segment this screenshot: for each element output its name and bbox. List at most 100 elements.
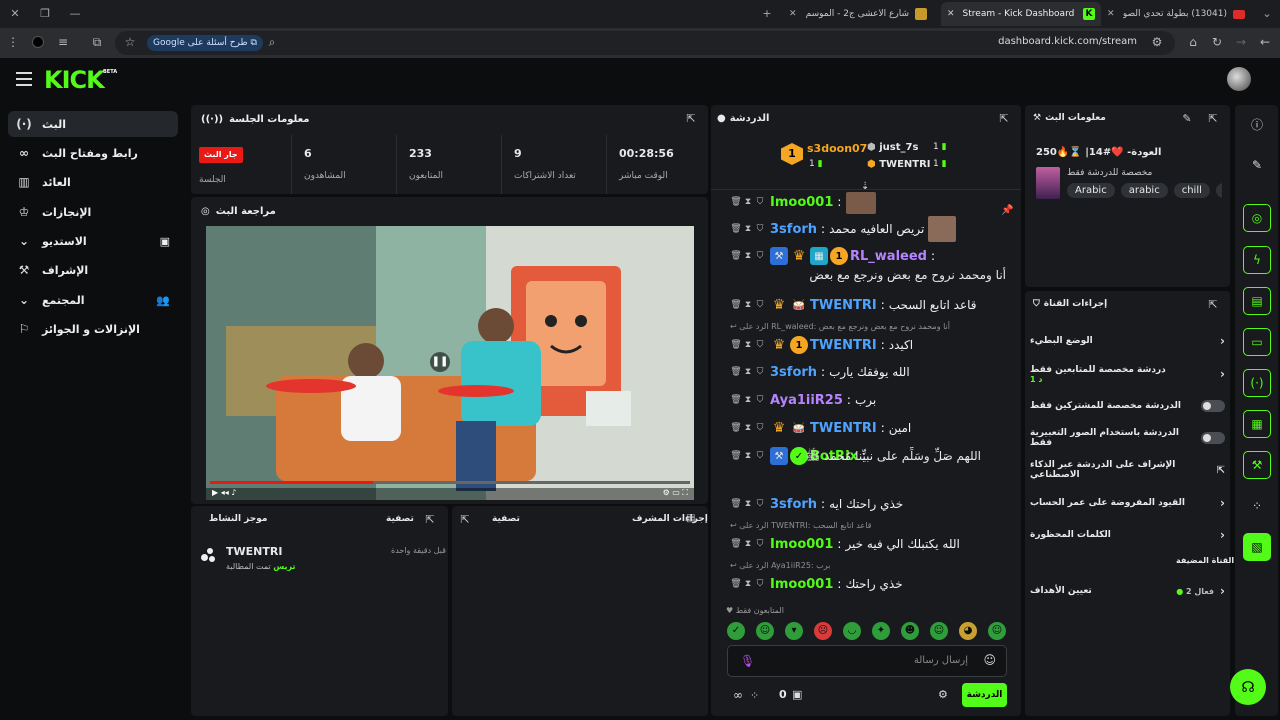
- chat-message[interactable]: 🗑 ⧗ ⛉ ♛ 1 TWENTRI: اكيدد: [730, 335, 1010, 355]
- ban-icon[interactable]: ⛉: [754, 367, 766, 377]
- emote-button[interactable]: ☺: [930, 622, 948, 640]
- popout-icon[interactable]: ⇱: [997, 112, 1011, 126]
- hamburger-menu-icon[interactable]: [16, 72, 32, 86]
- sidebar-item-achievements[interactable]: ♔ الإنجازات: [8, 199, 178, 225]
- filter-button[interactable]: تصفية: [386, 514, 414, 524]
- tag[interactable]: chill: [1173, 183, 1210, 198]
- leader-name[interactable]: ⬢ TWENTRI: [867, 159, 931, 170]
- chat-message[interactable]: 🗑 ⧗ ⛉ 3sforh: خذي راحتك ايه: [730, 494, 1010, 514]
- chat-icon[interactable]: ▭: [1243, 328, 1271, 356]
- edit-icon[interactable]: ✎: [1243, 151, 1271, 179]
- delete-icon[interactable]: 🗑: [730, 300, 742, 310]
- ban-icon[interactable]: ⛉: [754, 395, 766, 405]
- video-player[interactable]: ❚❚ ▶ ◂◂ ♪ ⚙ ▭ ⛶: [206, 226, 694, 500]
- sidebar-item-moderation[interactable]: ⚒ الإشراف: [8, 257, 178, 283]
- ban-icon[interactable]: ⛉: [754, 579, 766, 589]
- menu-dots-icon[interactable]: ⋮: [6, 35, 20, 49]
- delete-icon[interactable]: 🗑: [730, 579, 742, 589]
- delete-icon[interactable]: 🗑: [730, 499, 742, 509]
- emote-button[interactable]: ☺: [756, 622, 774, 640]
- emote-button[interactable]: ☺: [988, 622, 1006, 640]
- chat-message[interactable]: 🗑 ⧗ ⛉ Imoo001: الله يكتبلك الي فيه خير: [730, 534, 1010, 554]
- notes-icon[interactable]: ▤: [1243, 287, 1271, 315]
- player-controls-right[interactable]: ⚙ ▭ ⛶: [663, 488, 688, 498]
- chat-message[interactable]: 🗑 ⧗ ⛉ ♛ 🥁 TWENTRI: قاعد اتابع السحب: [730, 295, 1010, 315]
- tag[interactable]: fun: [1215, 183, 1222, 198]
- seek-bar[interactable]: [210, 481, 690, 484]
- ban-icon[interactable]: ⛉: [754, 224, 766, 234]
- emotes-only-toggle[interactable]: [1201, 432, 1225, 444]
- clapperboard-icon[interactable]: ▧: [1243, 533, 1271, 561]
- gift-icon[interactable]: ▣: [792, 688, 802, 701]
- timeout-icon[interactable]: ⧗: [742, 340, 754, 350]
- ban-icon[interactable]: ⛉: [754, 423, 766, 433]
- back-icon[interactable]: ←: [1258, 35, 1272, 49]
- timeout-icon[interactable]: ⧗: [742, 224, 754, 234]
- ask-google-chip[interactable]: طرح أسئلة على Google ⧉: [147, 35, 263, 51]
- player-controls-left[interactable]: ▶ ◂◂ ♪: [212, 488, 236, 497]
- url-text[interactable]: dashboard.kick.com/stream: [998, 36, 1137, 47]
- reply-reference[interactable]: ↩ الرد على TWENTRI: قاعد اتابع السحب: [730, 521, 950, 530]
- emote-button[interactable]: ☻: [901, 622, 919, 640]
- info-icon[interactable]: ⓘ: [1243, 110, 1271, 138]
- ban-icon[interactable]: ⛉: [754, 499, 766, 509]
- sidebar-item-studio[interactable]: ⌄ الاستديو ▣: [8, 228, 178, 254]
- ban-icon[interactable]: ⛉: [754, 539, 766, 549]
- tab-photo-challenge[interactable]: ✕ (13041) بطولة تحدي الصور 🌙: [1101, 2, 1251, 26]
- emote-button[interactable]: ▾: [785, 622, 803, 640]
- chat-message[interactable]: 🗑 ⧗ ⛉ 3sforh: الله يوفقك يارب: [730, 362, 1010, 382]
- emote-button[interactable]: ☹: [814, 622, 832, 640]
- filter-button[interactable]: تصفية: [492, 514, 520, 524]
- ban-icon[interactable]: ⛉: [754, 300, 766, 310]
- popout-icon[interactable]: ⇱: [684, 112, 698, 126]
- sidebar-item-revenue[interactable]: ▥ العائد: [8, 169, 178, 195]
- send-chat-button[interactable]: الدردشة: [962, 683, 1007, 707]
- timeout-icon[interactable]: ⧗: [742, 395, 754, 405]
- account-age-row[interactable]: › القيود المفروضة على عمر الحساب: [1030, 492, 1225, 514]
- reload-icon[interactable]: ↻: [1210, 35, 1224, 49]
- chat-settings-icon[interactable]: ⚙: [938, 688, 948, 701]
- timeout-icon[interactable]: ⧗: [742, 539, 754, 549]
- sidebar-item-stream[interactable]: (·) البث: [8, 111, 178, 137]
- wrench-icon[interactable]: ⚒: [1243, 451, 1271, 479]
- user-avatar[interactable]: [1227, 67, 1251, 91]
- edit-icon[interactable]: ✎: [1180, 112, 1194, 126]
- close-tab-icon[interactable]: ✕: [947, 9, 955, 19]
- sidebar-item-stream-key[interactable]: ∞ رابط ومفتاح البث: [8, 140, 178, 166]
- ai-moderation-row[interactable]: ⇱ الإشراف على الدردشة عبر الذكاء الاصطناع…: [1030, 459, 1225, 481]
- broadcast-icon[interactable]: (·): [1243, 369, 1271, 397]
- tab-street-series[interactable]: ✕ شارع الأعشى ج2 - الموسم الثاني: [783, 2, 933, 26]
- delete-icon[interactable]: 🗑: [730, 423, 742, 433]
- emote-button[interactable]: ✓: [727, 622, 745, 640]
- delete-icon[interactable]: 🗑: [730, 539, 742, 549]
- tag[interactable]: Arabic: [1067, 183, 1115, 198]
- delete-icon[interactable]: 🗑: [730, 340, 742, 350]
- drops-icon[interactable]: ⁘: [1243, 492, 1271, 520]
- timeout-icon[interactable]: ⧗: [742, 423, 754, 433]
- chat-message[interactable]: 🗑 ⧗ ⛉ ⚒ ♛ ▦ 1 RL_waleed:: [730, 246, 1010, 266]
- timeout-icon[interactable]: ⧗: [742, 579, 754, 589]
- followers-only-row[interactable]: › دردشة مخصصة للمتابعين فقط 1 د: [1030, 362, 1225, 386]
- minimize-window-icon[interactable]: —: [66, 5, 84, 23]
- preview-icon[interactable]: ◎: [1243, 204, 1271, 232]
- popout-icon[interactable]: ⇱: [458, 513, 472, 527]
- emoji-icon[interactable]: ☺: [983, 653, 996, 667]
- timeout-icon[interactable]: ⧗: [742, 499, 754, 509]
- bookmark-star-icon[interactable]: ☆: [123, 35, 137, 49]
- scroll-indicator-icon[interactable]: ⇣: [861, 181, 869, 192]
- extensions-icon[interactable]: ⧉: [90, 35, 104, 50]
- emote-button[interactable]: ◡: [843, 622, 861, 640]
- close-tab-icon[interactable]: ✕: [1107, 9, 1115, 19]
- category-name[interactable]: مخصصة للدردشة فقط: [1067, 168, 1152, 178]
- delete-icon[interactable]: 🗑: [730, 395, 742, 405]
- subscribers-only-toggle[interactable]: [1201, 400, 1225, 412]
- site-settings-icon[interactable]: ⚙: [1149, 35, 1165, 49]
- timeout-icon[interactable]: ⧗: [742, 197, 754, 207]
- reply-reference[interactable]: ↩ الرد على Aya1iiR25: برب: [730, 561, 950, 570]
- timeout-icon[interactable]: ⧗: [742, 251, 754, 261]
- slow-mode-row[interactable]: › الوضع البطيء: [1030, 330, 1225, 352]
- ban-icon[interactable]: ⛉: [754, 251, 766, 261]
- pause-button[interactable]: ❚❚: [430, 352, 450, 372]
- banned-words-row[interactable]: › الكلمات المحظورة: [1030, 524, 1225, 546]
- popout-icon[interactable]: ⇱: [1206, 112, 1220, 126]
